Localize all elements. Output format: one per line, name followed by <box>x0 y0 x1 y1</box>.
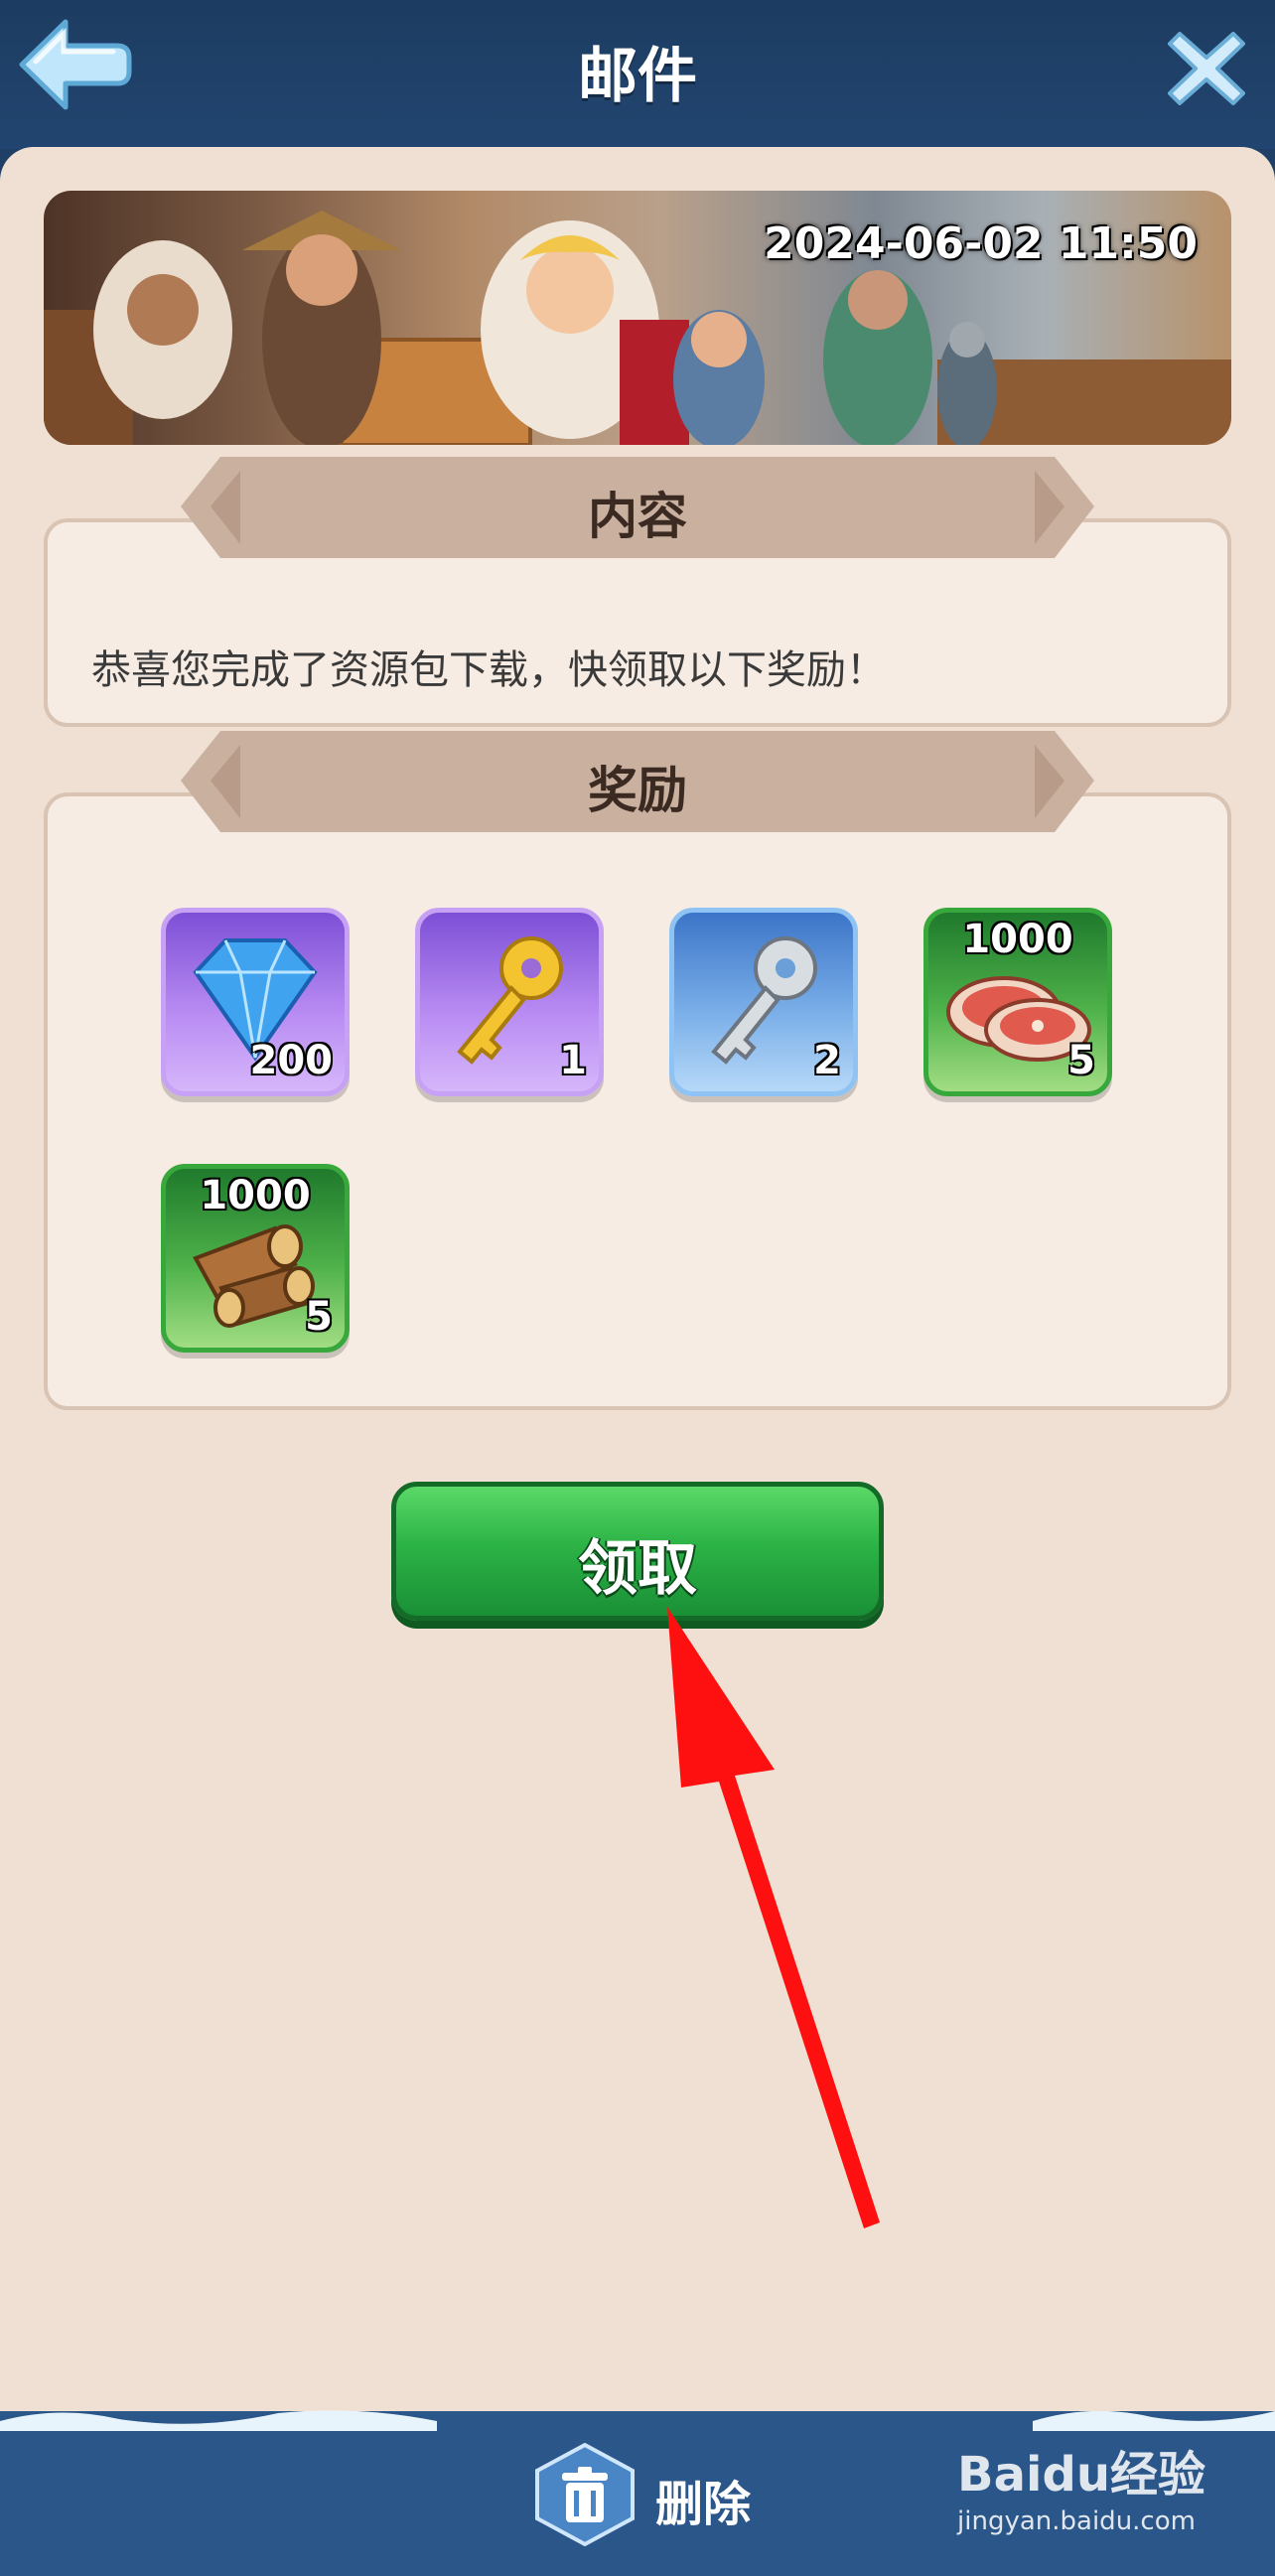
content-section-title: 内容 <box>588 488 687 545</box>
reward-quantity: 5 <box>1067 1038 1095 1083</box>
reward-item-meat[interactable]: 1000 5 <box>923 908 1112 1096</box>
content-section: 内容 恭喜您完成了资源包下载，快领取以下奖励！ <box>44 457 1231 727</box>
rewards-section: 奖励 200 1 2 1000 5 1000 5 <box>44 731 1231 1410</box>
watermark-brand: Baidu经验 <box>957 2447 1205 2503</box>
reward-amount: 1000 <box>962 917 1073 962</box>
mail-panel: 2024-06-02 11:50 内容 恭喜您完成了资源包下载，快领取以下奖励！… <box>0 147 1275 2411</box>
top-bar: 邮件 <box>0 0 1275 149</box>
reward-item-silver-key[interactable]: 2 <box>669 908 858 1096</box>
mail-body-text: 恭喜您完成了资源包下载，快领取以下奖励！ <box>91 647 886 693</box>
trash-icon <box>535 2442 635 2547</box>
reward-quantity: 5 <box>305 1294 333 1340</box>
content-section-header: 内容 <box>181 457 1094 558</box>
page-title: 邮件 <box>578 42 697 111</box>
watermark-url: jingyan.baidu.com <box>957 2506 1196 2536</box>
rewards-section-header: 奖励 <box>181 731 1094 832</box>
reward-item-gold-key[interactable]: 1 <box>415 908 604 1096</box>
reward-item-diamond[interactable]: 200 <box>161 908 350 1096</box>
bottom-bar: 删除 Baidu经验 jingyan.baidu.com <box>0 2410 1275 2576</box>
mail-banner-image: 2024-06-02 11:50 <box>44 191 1231 445</box>
reward-item-wood[interactable]: 1000 5 <box>161 1164 350 1353</box>
watermark: Baidu经验 jingyan.baidu.com <box>957 2435 1205 2536</box>
delete-button[interactable]: 删除 <box>530 2442 769 2547</box>
claim-button-label: 领取 <box>578 1534 697 1604</box>
close-button[interactable] <box>1168 30 1245 107</box>
claim-button[interactable]: 领取 <box>391 1482 884 1621</box>
reward-quantity: 2 <box>813 1038 841 1083</box>
mail-date: 2024-06-02 11:50 <box>764 218 1198 269</box>
close-icon <box>1168 32 1245 105</box>
reward-quantity: 1 <box>559 1038 587 1083</box>
red-arrow-icon <box>667 1607 880 2228</box>
rewards-section-title: 奖励 <box>588 762 687 819</box>
reward-quantity: 200 <box>249 1038 334 1083</box>
delete-button-label: 删除 <box>655 2477 752 2532</box>
reward-amount: 1000 <box>200 1173 311 1218</box>
